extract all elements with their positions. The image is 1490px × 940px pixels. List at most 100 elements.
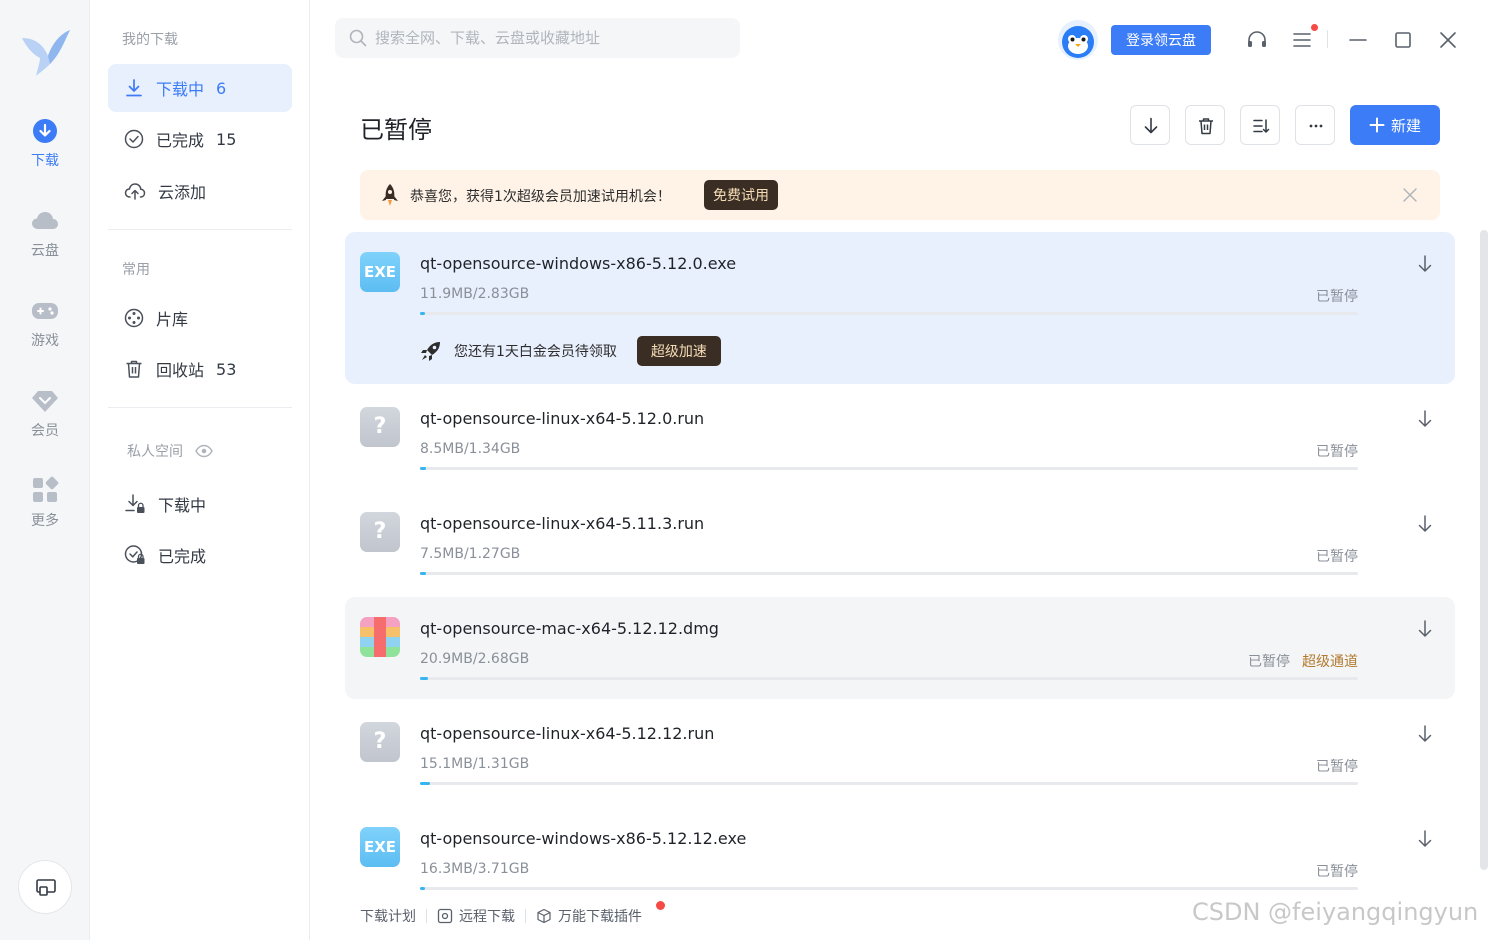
unknown-file-icon: ? [360,407,400,447]
rocket-icon [382,184,398,206]
resume-download-icon[interactable] [1415,254,1435,274]
sidebar-divider [108,407,292,408]
progress-fill [420,677,428,680]
vip-message: 您还有1天白金会员待领取 [454,344,617,360]
sidebar-item-library[interactable]: 片库 [108,294,292,342]
download-item[interactable]: EXE qt-opensource-windows-x86-5.12.12.ex… [345,807,1455,899]
progress-fill [420,467,426,470]
remote-download-link[interactable]: 远程下载 [437,906,515,926]
sidebar-item-label: 云添加 [158,183,207,202]
exe-file-icon: EXE [360,252,400,292]
rail-item-more[interactable]: 更多 [0,476,90,546]
avatar[interactable] [1058,20,1098,60]
rail-item-vip[interactable]: 会员 [0,388,90,458]
file-size: 20.9MB/2.68GB [420,651,530,667]
page-title: 已暂停 [360,116,432,144]
sidebar-item-label: 下载中 [158,496,207,515]
resume-download-icon[interactable] [1415,619,1435,639]
sort-icon [1253,119,1270,133]
close-window-icon[interactable] [1436,28,1460,52]
file-name: qt-opensource-linux-x64-5.12.12.run [420,724,715,743]
maximize-icon[interactable] [1391,28,1415,52]
plus-icon [1369,117,1385,133]
resume-download-icon[interactable] [1415,514,1435,534]
sidebar-item-cloud-add[interactable]: 云添加 [108,167,292,215]
rail-item-cloud[interactable]: 云盘 [0,208,90,278]
footer-bar: 下载计划 远程下载 万能下载插件 [360,901,665,926]
status-text: 已暂停 [1316,549,1358,565]
new-task-button[interactable]: 新建 [1350,105,1440,145]
progress-bar [420,312,1358,315]
login-button[interactable]: 登录领云盘 [1111,25,1211,55]
list-scrollbar[interactable] [1480,230,1488,870]
resume-download-icon[interactable] [1415,829,1435,849]
search-input[interactable] [375,29,715,47]
check-lock-icon [124,545,145,564]
sidebar-item-private-completed[interactable]: 已完成 [108,531,292,579]
sidebar-item-count: 53 [216,359,237,379]
sidebar-item-completed[interactable]: 已完成 15 [108,115,292,163]
free-trial-button[interactable]: 免费试用 [704,180,778,210]
mini-window-icon [36,879,56,896]
download-item[interactable]: ? qt-opensource-linux-x64-5.11.3.run 7.5… [345,492,1455,592]
unknown-file-icon: ? [360,722,400,762]
sidebar-item-label: 回收站 [156,361,205,380]
progress-bar [420,572,1358,575]
resume-download-icon[interactable] [1415,409,1435,429]
sidebar-item-recycle[interactable]: 回收站 53 [108,345,292,393]
download-item[interactable]: qt-opensource-mac-x64-5.12.12.dmg 20.9MB… [345,597,1455,699]
close-banner-icon[interactable] [1400,185,1420,205]
super-channel-link[interactable]: 超级通道 [1302,654,1358,670]
rail-item-games[interactable]: 游戏 [0,298,90,368]
progress-fill [420,572,426,575]
download-arrow-icon [1144,117,1158,134]
progress-bar [420,887,1358,890]
file-name: qt-opensource-mac-x64-5.12.12.dmg [420,619,719,638]
search-icon [349,29,367,47]
watermark: CSDN @feiyangqingyun [1192,898,1479,926]
new-task-label: 新建 [1390,117,1421,135]
download-item[interactable]: ? qt-opensource-linux-x64-5.12.0.run 8.5… [345,387,1455,487]
sidebar-item-private-downloading[interactable]: 下载中 [108,480,292,528]
sort-button[interactable] [1240,105,1280,145]
download-item[interactable]: EXE qt-opensource-windows-x86-5.12.0.exe… [345,232,1455,384]
start-all-button[interactable] [1130,105,1170,145]
headset-icon[interactable] [1245,28,1269,52]
file-size: 8.5MB/1.34GB [420,441,521,457]
sidebar-divider [108,229,292,230]
rail-label: 会员 [31,423,59,439]
sidebar-item-label: 已完成 [156,131,205,150]
mini-mode-button[interactable] [18,860,72,914]
super-speed-button[interactable]: 超级加速 [636,336,721,366]
download-plan-link[interactable]: 下载计划 [360,906,416,926]
menu-icon[interactable] [1290,28,1314,52]
resume-download-icon[interactable] [1415,724,1435,744]
file-size: 16.3MB/3.71GB [420,861,530,877]
status-text: 已暂停 [1316,759,1358,775]
trash-icon [126,360,142,378]
minimize-icon[interactable] [1346,28,1370,52]
rail-label: 游戏 [31,333,59,349]
status-text: 已暂停 [1316,864,1358,880]
more-button[interactable] [1295,105,1335,145]
ellipsis-icon [1309,124,1323,128]
eye-icon[interactable] [195,444,213,458]
sidebar-item-label: 下载中 [156,80,205,99]
download-plugin-label: 万能下载插件 [558,909,642,925]
sidebar-item-downloading[interactable]: 下载中 6 [108,64,292,112]
progress-fill [420,887,425,890]
download-item[interactable]: ? qt-opensource-linux-x64-5.12.12.run 15… [345,702,1455,802]
remote-download-label: 远程下载 [459,909,515,925]
check-circle-icon [124,129,144,149]
search-box[interactable] [335,18,740,58]
file-size: 11.9MB/2.83GB [420,286,530,302]
download-plugin-link[interactable]: 万能下载插件 [536,906,642,926]
grid-icon [33,476,59,502]
diamond-icon [32,391,58,412]
rail-item-download[interactable]: 下载 [0,118,90,188]
section-common: 常用 [122,262,150,278]
sidebar-item-label: 已完成 [158,547,207,566]
download-sidebar: 我的下载 下载中 6 已完成 15 云添加 常用 片库 回收站 53 私人空间 … [90,0,310,940]
delete-button[interactable] [1185,105,1225,145]
footer-separator [525,909,526,923]
